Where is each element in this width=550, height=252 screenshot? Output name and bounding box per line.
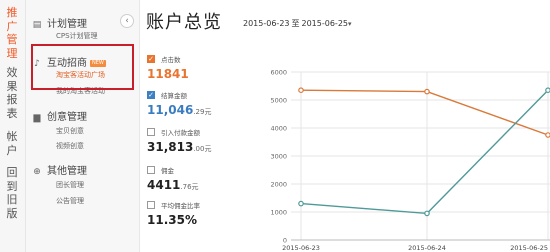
y-tick-label: 2000 bbox=[270, 181, 287, 189]
rail-item-account[interactable]: 帐户 bbox=[4, 130, 20, 157]
x-tick-label: 2015-06-25 bbox=[510, 244, 548, 252]
sidebar-item-cps-plan[interactable]: CPS计划管理 bbox=[56, 31, 98, 41]
metric-number: 11.35% bbox=[147, 213, 197, 227]
metric-checkbox[interactable]: ✓ bbox=[147, 91, 155, 99]
metric-checkbox[interactable] bbox=[147, 166, 155, 174]
metric-checkbox[interactable] bbox=[147, 201, 155, 209]
trash-icon: ▆ bbox=[33, 113, 41, 123]
sidebar-group-label: 计划管理 bbox=[47, 19, 87, 30]
line-chart: 01000200030004000500060002015-06-23 2015-… bbox=[270, 69, 550, 252]
metric-value: 31,813.00元 bbox=[147, 140, 211, 154]
rail-item-promotion[interactable]: 推广管理 bbox=[4, 6, 20, 60]
metric-value: 11841 bbox=[147, 67, 189, 81]
metric-checkbox[interactable]: ✓ bbox=[147, 55, 155, 63]
metric-checkbox[interactable] bbox=[147, 128, 155, 136]
sidebar-item-notice[interactable]: 公告管理 bbox=[56, 196, 84, 206]
page-title: 账户总览 bbox=[146, 12, 222, 33]
y-tick-label: 1000 bbox=[270, 209, 287, 217]
y-tick-label: 5000 bbox=[270, 97, 287, 105]
sidebar: ‹ ▤ 计划管理 CPS计划管理 ♪ 互动招商 NEW 淘宝客活动广场 我的淘宝客活动… bbox=[26, 0, 140, 252]
data-point bbox=[298, 200, 304, 207]
date-separator: 至 bbox=[291, 19, 300, 28]
metric-unit: .29元 bbox=[193, 108, 212, 116]
sidebar-group-other[interactable]: ⊕ 其他管理 bbox=[32, 162, 87, 177]
date-end: 2015-06-25 bbox=[301, 19, 349, 28]
y-tick-label: 4000 bbox=[270, 125, 287, 133]
metric-number: 11841 bbox=[147, 67, 189, 81]
sidebar-item-product-creative[interactable]: 宝贝创意 bbox=[56, 126, 84, 136]
plus-circle-icon: ⊕ bbox=[33, 167, 41, 177]
data-point bbox=[298, 87, 304, 94]
sidebar-group-plan[interactable]: ▤ 计划管理 bbox=[32, 15, 87, 30]
metric-label: 佣金 bbox=[161, 167, 174, 175]
metric-unit: .76元 bbox=[180, 183, 199, 191]
metric-value: 11.35% bbox=[147, 213, 197, 227]
y-tick-label: 6000 bbox=[270, 69, 287, 77]
highlight-box bbox=[31, 44, 134, 90]
metric-value: 11,046.29元 bbox=[147, 103, 211, 117]
series-line-1 bbox=[300, 89, 549, 215]
data-point bbox=[424, 210, 430, 217]
rail-item-reports[interactable]: 效果报表 bbox=[4, 66, 20, 120]
sidebar-item-video-creative[interactable]: 视频创意 bbox=[56, 141, 84, 151]
metric-number: 11,046 bbox=[147, 103, 194, 117]
sidebar-item-leader[interactable]: 团长管理 bbox=[56, 180, 84, 190]
metric-label: 结算金额 bbox=[161, 92, 187, 100]
x-tick-label: 2015-06-23 bbox=[282, 244, 320, 252]
data-point bbox=[545, 87, 550, 93]
x-tick-label: 2015-06-24 bbox=[408, 244, 446, 252]
metric-number: 4411 bbox=[147, 178, 181, 192]
chevron-left-icon[interactable]: ‹ bbox=[120, 14, 134, 28]
sidebar-group-creative[interactable]: ▆ 创意管理 bbox=[32, 108, 87, 123]
metric-value: 4411.76元 bbox=[147, 178, 199, 192]
y-tick-label: 3000 bbox=[270, 153, 287, 161]
clipboard-icon: ▤ bbox=[32, 20, 42, 30]
data-point bbox=[545, 132, 550, 138]
chevron-down-icon: ▾ bbox=[348, 20, 352, 28]
metric-number: 31,813 bbox=[147, 140, 194, 154]
metric-label: 引入付款金额 bbox=[161, 129, 200, 137]
rail-item-old-version[interactable]: 回到旧版 bbox=[4, 166, 20, 220]
metric-label: 平均佣金比率 bbox=[161, 202, 200, 210]
date-range-picker[interactable]: 2015-06-23 至 2015-06-25▾ bbox=[243, 18, 352, 29]
left-rail: 推广管理 效果报表 帐户 回到旧版 bbox=[0, 0, 26, 252]
sidebar-group-label: 创意管理 bbox=[47, 112, 87, 123]
date-start: 2015-06-23 bbox=[243, 19, 290, 28]
data-point bbox=[424, 88, 430, 95]
metric-unit: .00元 bbox=[193, 145, 212, 153]
sidebar-group-label: 其他管理 bbox=[47, 166, 87, 177]
metric-label: 点击数 bbox=[161, 56, 181, 64]
